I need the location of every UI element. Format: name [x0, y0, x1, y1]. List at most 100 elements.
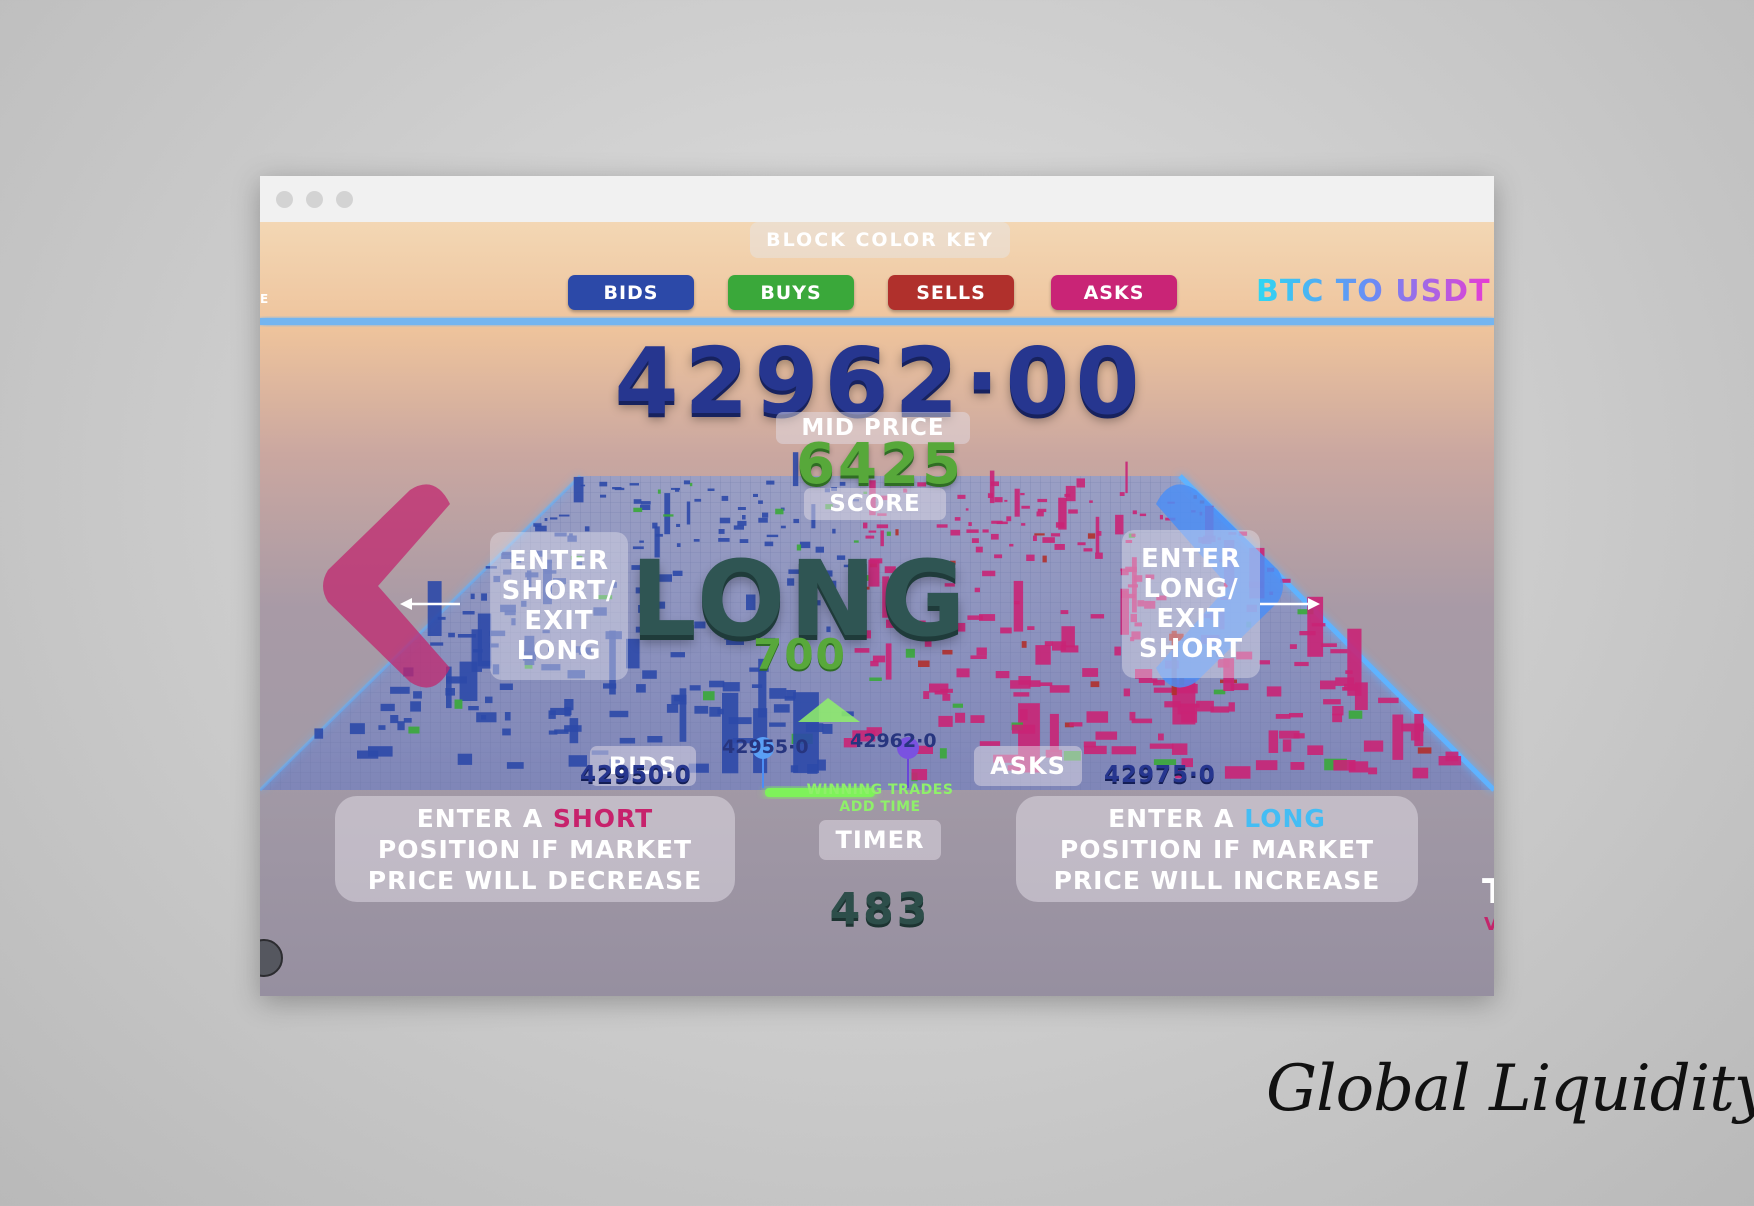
order-block — [1412, 767, 1429, 779]
order-block — [766, 534, 779, 538]
order-block — [445, 688, 455, 696]
window-dot-3[interactable] — [336, 191, 353, 208]
order-block — [1042, 537, 1055, 543]
order-block — [1368, 767, 1378, 775]
order-block — [1054, 544, 1065, 550]
order-block — [775, 508, 784, 515]
order-block — [1228, 702, 1235, 712]
window-dot-1[interactable] — [276, 191, 293, 208]
order-block — [664, 493, 671, 535]
order-block — [1123, 688, 1130, 697]
order-block — [721, 495, 729, 501]
order-block — [614, 487, 625, 491]
browser-window: E BLOCK COLOR KEY BIDS BUYS SELLS ASKS B… — [260, 176, 1494, 996]
order-block — [1411, 731, 1420, 741]
order-block — [1171, 743, 1188, 755]
order-block — [642, 670, 657, 679]
order-block — [822, 724, 833, 734]
order-block — [676, 523, 681, 527]
order-block — [718, 529, 725, 534]
enter-long-line: LONG/ — [1143, 574, 1239, 604]
long-instruction-prefix: ENTER A — [1108, 803, 1245, 833]
order-block — [1153, 687, 1172, 693]
edge-text: E — [260, 292, 269, 306]
order-block — [502, 728, 511, 736]
order-block — [769, 688, 787, 699]
key-buys-button[interactable]: BUYS — [728, 275, 854, 310]
enter-short-line: LONG — [516, 636, 602, 666]
order-block — [955, 712, 966, 723]
order-block — [430, 642, 444, 646]
order-block — [995, 671, 1010, 679]
key-bids-button[interactable]: BIDS — [568, 275, 694, 310]
order-block — [737, 520, 747, 526]
order-block — [1132, 510, 1137, 515]
enter-long-line: SHORT — [1138, 634, 1244, 664]
order-block — [1114, 646, 1121, 656]
order-block — [1119, 492, 1125, 496]
order-block — [938, 715, 953, 727]
order-block — [982, 529, 989, 533]
order-block — [709, 706, 721, 717]
key-asks-button[interactable]: ASKS — [1051, 275, 1177, 310]
order-block — [1076, 478, 1085, 488]
order-block — [1445, 751, 1459, 762]
key-sells-button[interactable]: SELLS — [888, 275, 1014, 310]
enter-long-button[interactable]: ENTER LONG/ EXIT SHORT — [1122, 530, 1260, 678]
order-block — [663, 514, 674, 517]
order-block — [1282, 739, 1292, 752]
order-block — [1266, 686, 1282, 697]
short-keyword: SHORT — [552, 803, 654, 833]
order-block — [1294, 661, 1309, 667]
order-block — [832, 528, 836, 534]
hint-line-2: ADD TIME — [839, 799, 921, 815]
order-block — [694, 705, 709, 714]
order-block — [504, 712, 511, 721]
order-block — [876, 524, 889, 529]
order-block — [636, 684, 646, 693]
enter-short-line: SHORT/ — [501, 576, 617, 606]
order-block — [1011, 724, 1036, 734]
order-block — [548, 730, 558, 735]
timer-value: 483 — [829, 884, 931, 935]
order-block — [1158, 733, 1164, 741]
order-block — [1069, 722, 1083, 727]
order-block — [378, 725, 386, 730]
order-block — [968, 522, 972, 526]
order-block — [1210, 706, 1230, 713]
order-block — [683, 480, 690, 485]
time-hint: WINNING TRADES ADD TIME — [790, 782, 970, 816]
entry-price-left: 42955·0 — [722, 736, 809, 758]
order-block — [380, 703, 395, 712]
order-block — [1392, 714, 1404, 760]
order-block — [1401, 723, 1424, 732]
window-dot-2[interactable] — [306, 191, 323, 208]
order-block — [994, 497, 1003, 503]
order-block — [1026, 554, 1035, 561]
order-block — [600, 494, 607, 498]
short-instruction-line-1: ENTER A SHORT — [335, 803, 735, 834]
order-block — [1293, 733, 1305, 739]
order-block — [544, 518, 548, 522]
order-block — [640, 501, 651, 505]
order-block — [1077, 542, 1086, 546]
order-block — [457, 634, 476, 638]
long-instruction: ENTER A LONG POSITION IF MARKET PRICE WI… — [1016, 796, 1418, 902]
order-block — [499, 683, 513, 690]
order-block — [707, 488, 715, 491]
order-block — [918, 660, 930, 667]
order-block — [535, 525, 547, 532]
order-block — [470, 593, 475, 600]
order-block — [733, 525, 744, 530]
order-block — [390, 715, 399, 724]
order-block — [1323, 699, 1341, 705]
order-block — [1268, 730, 1279, 753]
enter-short-button[interactable]: ENTER SHORT/ EXIT LONG — [490, 532, 628, 680]
order-block — [689, 685, 701, 691]
order-block — [1086, 711, 1109, 723]
order-block — [397, 721, 405, 731]
order-block — [1060, 610, 1069, 615]
order-block — [742, 515, 746, 520]
order-block — [923, 691, 930, 699]
game-viewport[interactable]: E BLOCK COLOR KEY BIDS BUYS SELLS ASKS B… — [260, 222, 1494, 996]
